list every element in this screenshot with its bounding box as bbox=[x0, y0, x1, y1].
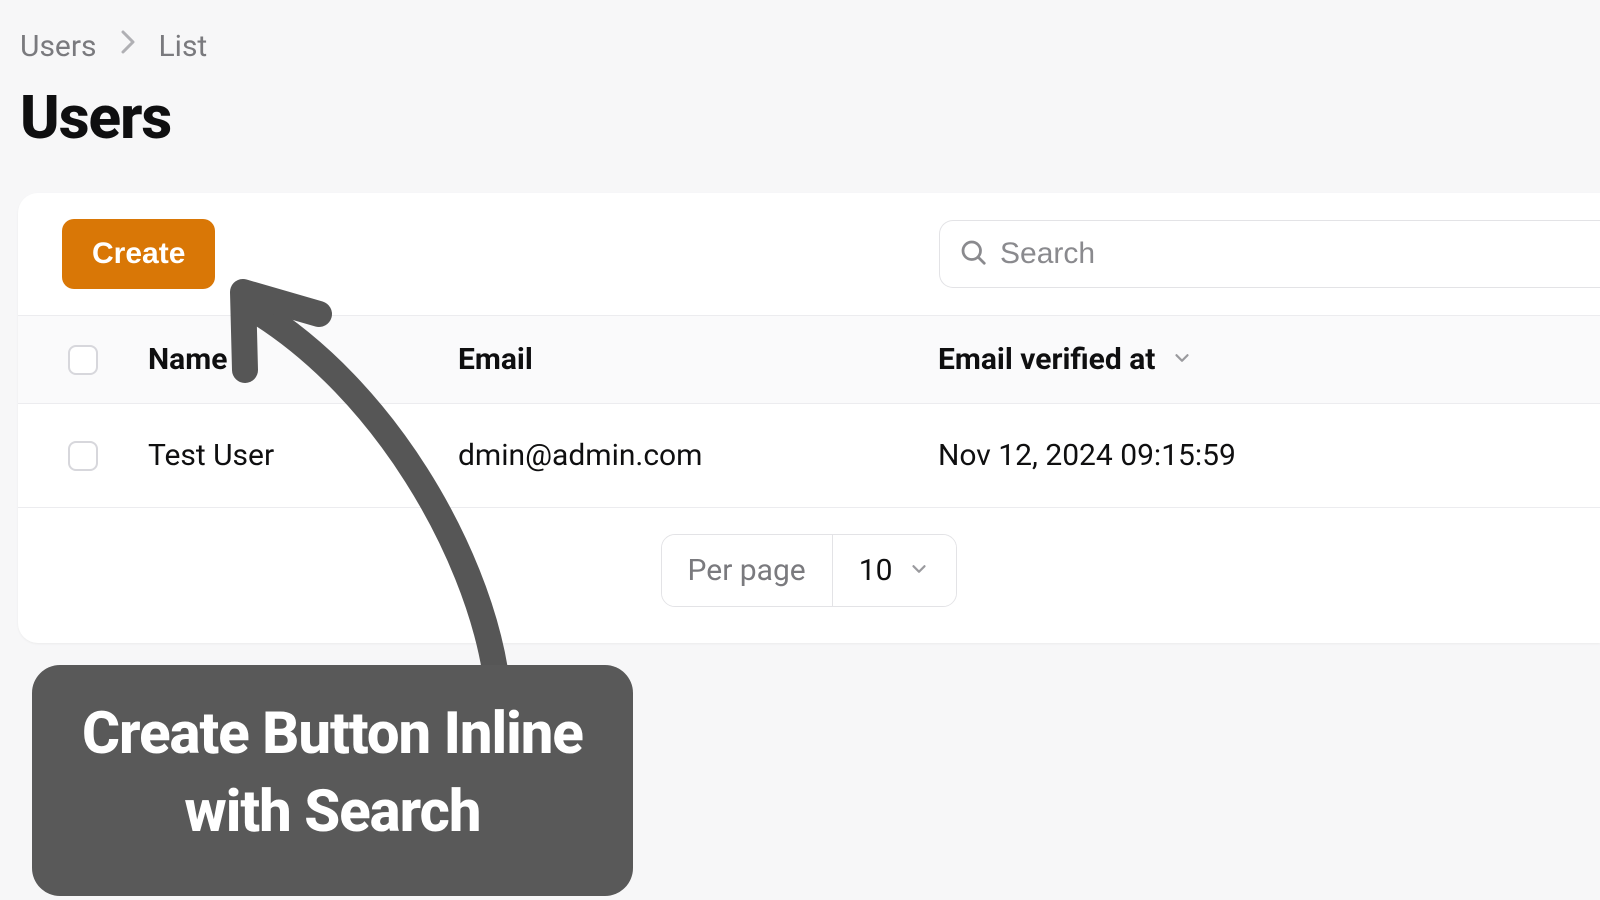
per-page-value: 10 bbox=[859, 553, 893, 588]
toolbar: Create bbox=[18, 193, 1600, 315]
search-input[interactable] bbox=[1000, 237, 1200, 271]
annotation-callout: Create Button Inline with Search bbox=[32, 665, 633, 896]
select-all-checkbox[interactable] bbox=[68, 345, 98, 375]
breadcrumb: Users List bbox=[0, 0, 1600, 64]
column-header-name[interactable]: Name bbox=[148, 342, 458, 377]
cell-email: dmin@admin.com bbox=[458, 438, 938, 473]
page-title: Users bbox=[0, 64, 1600, 193]
annotation-line2: with Search bbox=[82, 773, 583, 851]
per-page-label: Per page bbox=[662, 535, 833, 606]
chevron-down-icon bbox=[908, 553, 930, 588]
cell-verified: Nov 12, 2024 09:15:59 bbox=[938, 438, 1600, 473]
chevron-right-icon bbox=[119, 28, 137, 64]
create-button[interactable]: Create bbox=[62, 219, 215, 289]
annotation-line1: Create Button Inline bbox=[82, 695, 583, 773]
table-header: Name Email Email verified at bbox=[18, 315, 1600, 404]
users-card: Create Name Email Email verified at Test… bbox=[18, 193, 1600, 643]
table-footer: Per page 10 bbox=[18, 508, 1600, 643]
per-page-control: Per page 10 bbox=[661, 534, 958, 607]
breadcrumb-current[interactable]: List bbox=[159, 29, 208, 64]
column-header-email[interactable]: Email bbox=[458, 342, 938, 377]
cell-name: Test User bbox=[148, 438, 458, 473]
per-page-select[interactable]: 10 bbox=[833, 535, 957, 606]
table-row[interactable]: Test User dmin@admin.com Nov 12, 2024 09… bbox=[18, 404, 1600, 508]
search-field[interactable] bbox=[939, 220, 1600, 288]
row-checkbox[interactable] bbox=[68, 441, 98, 471]
column-header-verified-label: Email verified at bbox=[938, 342, 1155, 377]
chevron-down-icon[interactable] bbox=[1171, 342, 1193, 377]
search-icon bbox=[958, 237, 988, 271]
breadcrumb-root[interactable]: Users bbox=[20, 29, 97, 64]
column-header-verified[interactable]: Email verified at bbox=[938, 342, 1600, 377]
